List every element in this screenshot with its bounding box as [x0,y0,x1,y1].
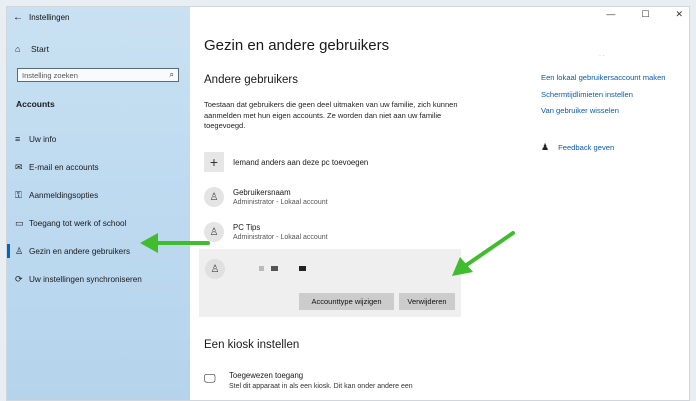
user-info-icon: ≡ [15,134,21,144]
monitor-icon: 🖵 [204,371,216,385]
minimize-icon[interactable]: — [606,9,615,20]
user-item[interactable]: ♙ PC Tips Administrator - Lokaal account [204,222,328,242]
related-settings: Een lokaal gebruikersaccount maken Scher… [541,73,666,123]
user-avatar-icon: ♙ [205,259,225,279]
person-icon: ♙ [15,245,24,256]
home-label: Start [31,44,49,54]
create-local-account-link[interactable]: Een lokaal gebruikersaccount maken [541,73,666,82]
user-item[interactable]: ♙ Gebruikersnaam Administrator - Lokaal … [204,187,328,207]
sidebar-item-label: Uw instellingen synchroniseren [29,274,142,284]
redacted-name [271,266,278,271]
selected-user-card[interactable]: ♙ Accounttype wijzigen Verwijderen [199,249,461,317]
feedback-label: Feedback geven [558,143,615,152]
sidebar-item-label: Aanmeldingsopties [29,190,99,200]
sidebar-item-label: E-mail en accounts [29,162,99,172]
change-account-type-button[interactable]: Accounttype wijzigen [299,293,394,310]
briefcase-icon: ▭ [15,217,24,228]
redacted-name [299,266,306,271]
home-link[interactable]: ⌂ Start [15,44,49,54]
other-users-description: Toestaan dat gebruikers die geen deel ui… [204,100,458,130]
window-title: Instellingen [29,12,70,22]
sidebar-item-label: Toegang tot werk of school [29,218,127,228]
settings-window: ← Instellingen ⌂ Start Instelling zoeken… [6,6,690,401]
window-controls: — ☐ ✕ [606,9,683,20]
sidebar-nav: ≡ Uw info ✉ E-mail en accounts ⚿ Aanmeld… [7,125,190,293]
kiosk-heading: Een kiosk instellen [204,339,300,351]
search-icon: ⌕ [169,70,174,79]
switch-user-link[interactable]: Van gebruiker wisselen [541,106,666,115]
back-arrow-icon[interactable]: ← [7,12,29,23]
kiosk-title: Toegewezen toegang [229,371,304,380]
user-role: Administrator - Lokaal account [233,234,328,241]
sidebar-item-work-school[interactable]: ▭ Toegang tot werk of school [7,209,190,237]
sidebar-item-label: Uw info [29,134,57,144]
user-name: Gebruikersnaam [233,188,291,197]
key-icon: ⚿ [15,189,22,200]
other-users-heading: Andere gebruikers [204,74,298,86]
user-avatar-icon: ♙ [204,222,224,242]
user-role: Administrator - Lokaal account [233,199,328,206]
section-label-accounts: Accounts [16,99,55,109]
sidebar-item-uw-info[interactable]: ≡ Uw info [7,125,190,153]
remove-button[interactable]: Verwijderen [399,293,455,310]
home-icon: ⌂ [15,44,21,54]
kiosk-description: Stel dit apparaat in als een kiosk. Dit … [229,383,413,390]
add-user-button[interactable]: + Iemand anders aan deze pc toevoegen [204,152,368,172]
decorative-dots: · · [599,53,605,59]
sidebar-item-email[interactable]: ✉ E-mail en accounts [7,153,190,181]
title-bar: ← Instellingen [7,7,190,27]
redacted-name [259,266,264,271]
sidebar-item-sign-in[interactable]: ⚿ Aanmeldingsopties [7,181,190,209]
user-name: PC Tips [233,223,261,232]
sync-icon: ⟳ [15,273,23,284]
screen-time-limits-link[interactable]: Schermtijdlimieten instellen [541,90,666,99]
assigned-access-link[interactable]: 🖵 Toegewezen toegang Stel dit apparaat i… [204,371,479,392]
search-placeholder: Instelling zoeken [22,70,78,80]
close-icon[interactable]: ✕ [675,9,683,20]
mail-icon: ✉ [15,161,23,172]
add-user-label: Iemand anders aan deze pc toevoegen [233,157,369,167]
user-avatar-icon: ♙ [204,187,224,207]
search-input[interactable]: Instelling zoeken ⌕ [17,68,179,82]
sidebar-item-label: Gezin en andere gebruikers [29,246,131,256]
sidebar: ← Instellingen ⌂ Start Instelling zoeken… [7,7,190,400]
page-title: Gezin en andere gebruikers [204,37,390,54]
sidebar-item-family[interactable]: ♙ Gezin en andere gebruikers [7,237,190,265]
main-content: — ☐ ✕ Gezin en andere gebruikers Andere … [190,7,689,400]
maximize-icon[interactable]: ☐ [641,9,649,20]
sidebar-item-sync[interactable]: ⟳ Uw instellingen synchroniseren [7,265,190,293]
feedback-icon: ♟ [541,142,550,152]
plus-icon: + [204,152,224,172]
feedback-link[interactable]: ♟ Feedback geven [541,142,614,153]
